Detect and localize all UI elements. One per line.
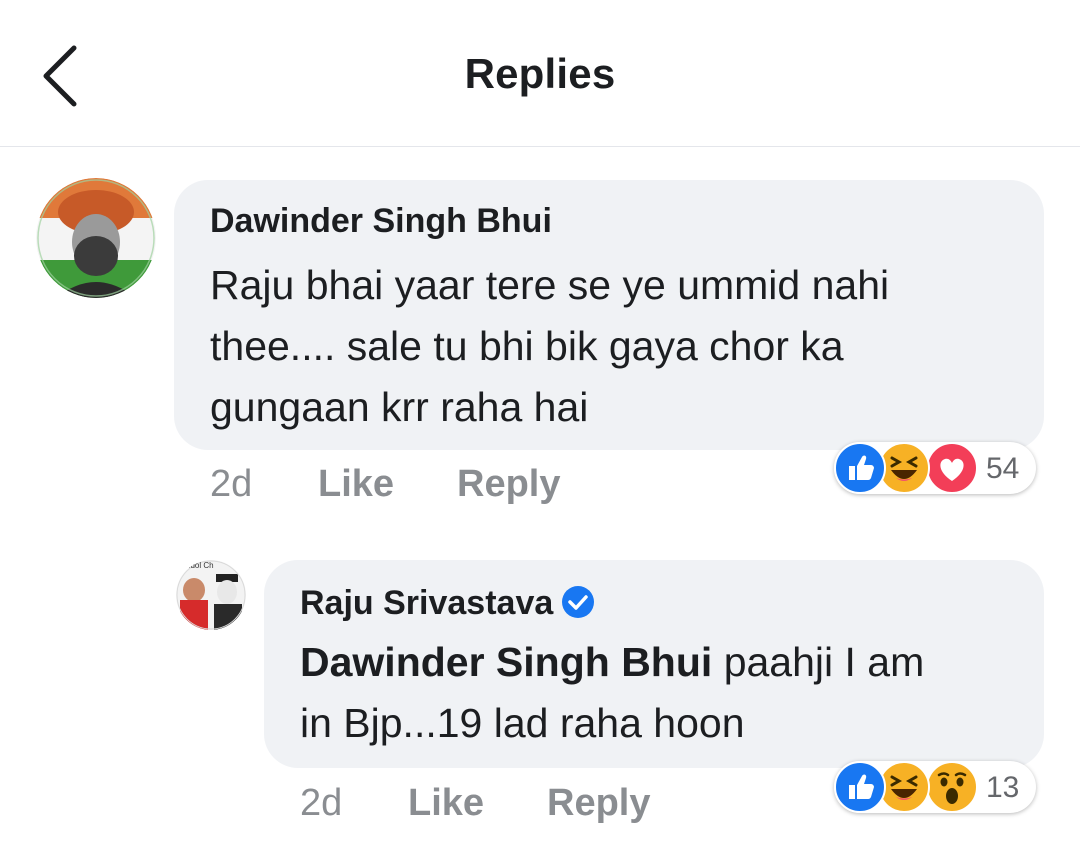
comment-timestamp: 2d [300, 782, 343, 824]
comment-text-line: gungaan krr raha hai [210, 384, 589, 430]
comment-text-line: Dawinder Singh Bhui paahji I am [300, 632, 924, 693]
avatar-dawinder[interactable] [36, 178, 156, 298]
wow-reaction-icon [926, 761, 978, 813]
reactions-summary[interactable]: 54 [834, 442, 1036, 494]
like-reaction-icon [834, 442, 886, 494]
header-bar: Replies [0, 0, 1080, 147]
comment-timestamp: 2d [210, 463, 253, 505]
mention-link[interactable]: Dawinder Singh Bhui [300, 639, 712, 685]
comment-text-line: thee.... sale tu bhi bik gaya chor ka [210, 323, 844, 369]
avatar-caption: y Idol Ch [182, 561, 214, 570]
avatar-image [176, 560, 246, 630]
comment-author[interactable]: Dawinder Singh Bhui [210, 202, 552, 241]
reply-button[interactable]: Reply [457, 463, 560, 506]
reply-button[interactable]: Reply [547, 782, 650, 825]
reaction-count: 13 [986, 771, 1020, 804]
page-title: Replies [464, 50, 616, 97]
avatar-raju[interactable]: y Idol Ch [176, 560, 246, 630]
comment-text-line: Raju bhai yaar tere se ye ummid nahi [210, 262, 890, 308]
reactions-summary[interactable]: 13 [834, 761, 1036, 813]
like-button[interactable]: Like [318, 463, 394, 506]
author-name: Raju Srivastava [300, 584, 554, 622]
like-reaction-icon [834, 761, 886, 813]
reaction-count: 54 [986, 452, 1020, 485]
comment-text-rest: paahji I am [712, 639, 925, 685]
avatar-image [36, 178, 156, 298]
verified-badge-icon [561, 585, 595, 619]
comment-author[interactable]: Raju Srivastava [300, 584, 595, 623]
comment-text-line: in Bjp...19 lad raha hoon [300, 700, 745, 746]
like-button[interactable]: Like [408, 782, 484, 825]
love-reaction-icon [926, 442, 978, 494]
